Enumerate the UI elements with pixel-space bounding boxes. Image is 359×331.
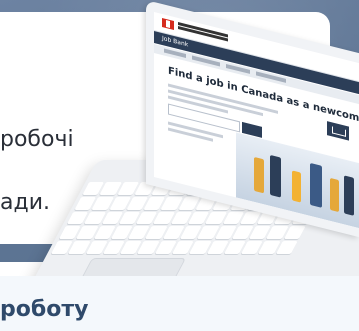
person-figure: [270, 154, 281, 198]
feature-badge-icon: [327, 121, 349, 141]
section-heading: роботу: [0, 297, 89, 322]
page: робочі ади. Job Bank Find a job in Canad…: [0, 0, 359, 331]
person-figure: [254, 156, 264, 194]
canada-flag-icon: [162, 17, 174, 30]
person-figure: [310, 162, 322, 208]
gov-wordmark: [178, 21, 228, 38]
luggage-figure: [330, 177, 339, 213]
person-figure: [344, 175, 354, 216]
luggage-figure: [292, 170, 301, 203]
